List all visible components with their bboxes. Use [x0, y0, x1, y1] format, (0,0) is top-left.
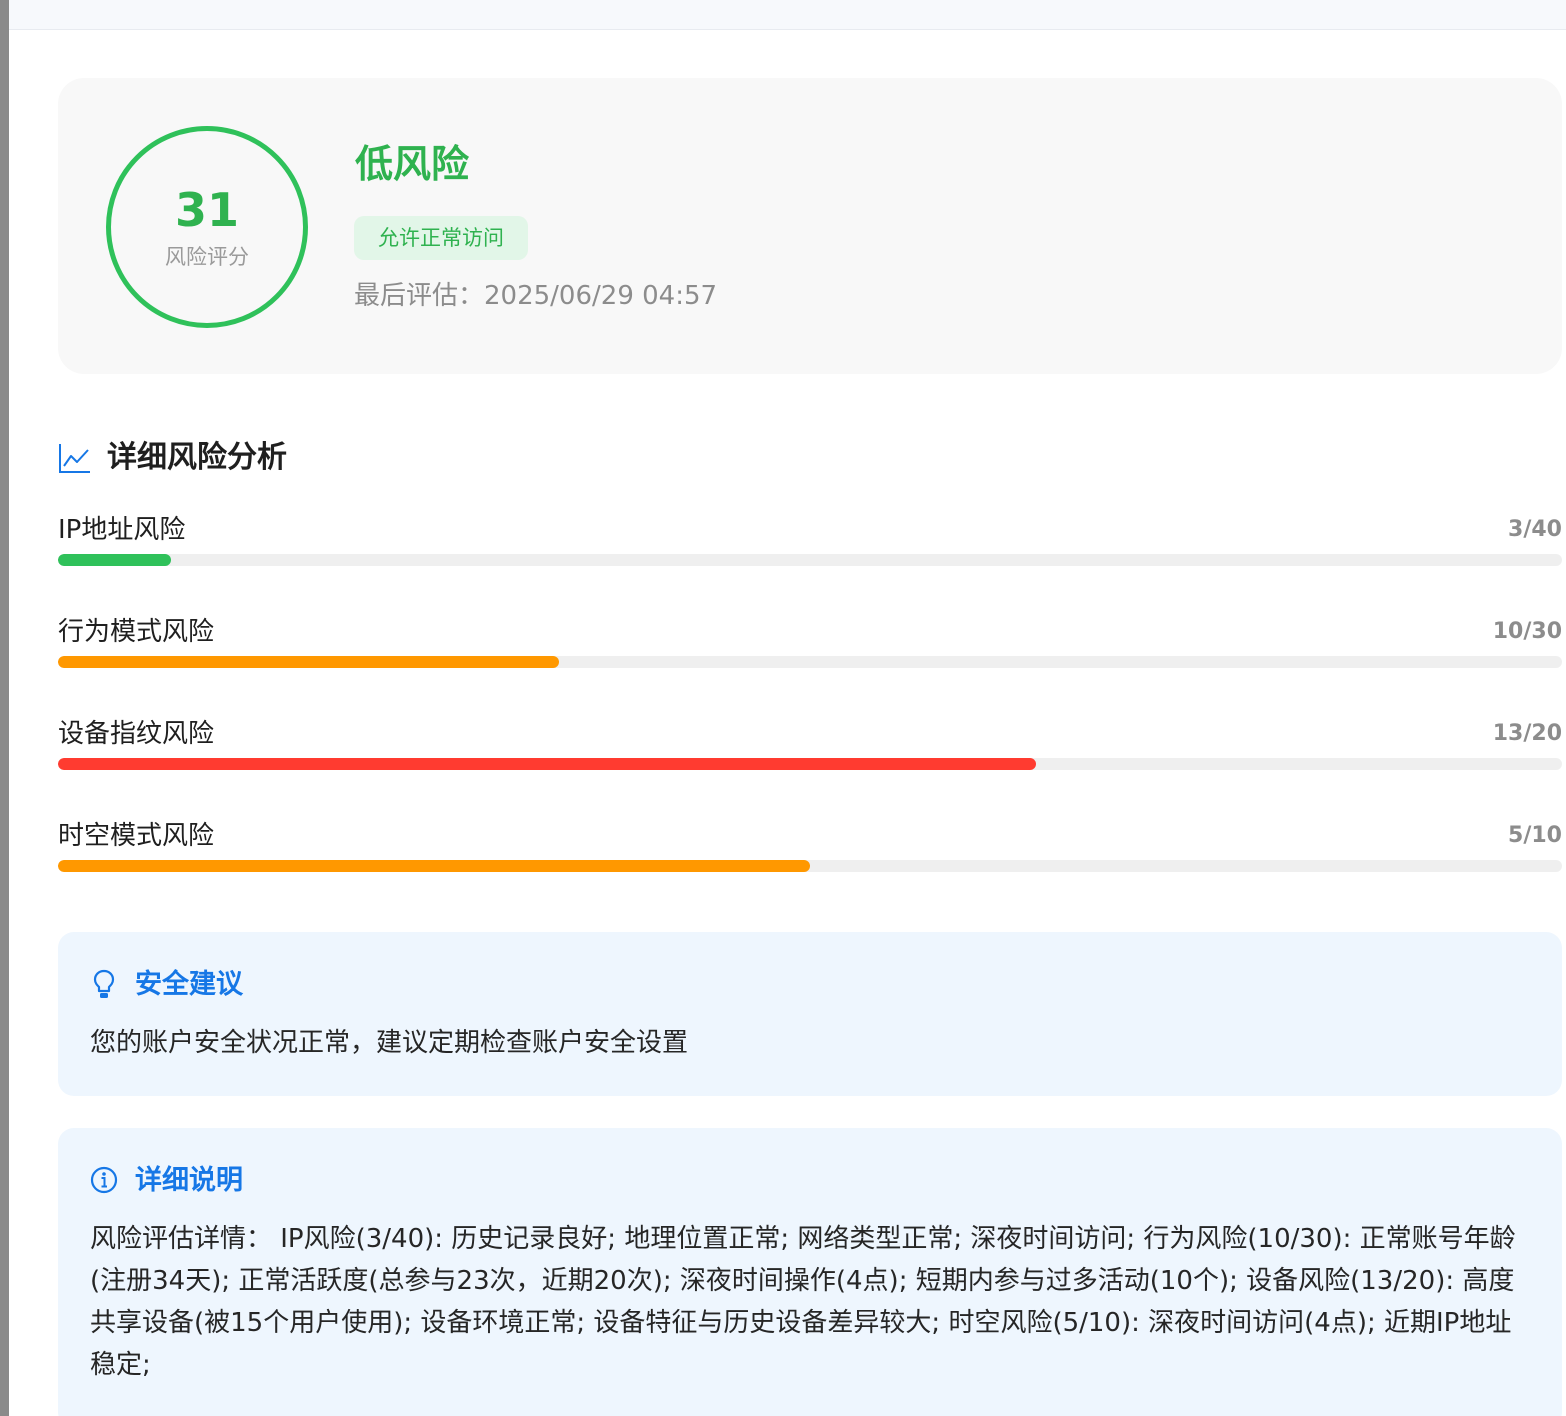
info-circle-icon	[90, 1166, 118, 1194]
risk-progress-track	[58, 860, 1562, 872]
window-edge	[0, 0, 9, 1416]
top-bar	[9, 0, 1566, 30]
analysis-section-title: 详细风险分析	[107, 440, 287, 475]
access-status-badge: 允许正常访问	[354, 216, 528, 260]
line-chart-icon	[59, 444, 90, 473]
risk-row-spatiotemporal: 时空模式风险 5/10	[58, 818, 1562, 894]
risk-progress-fill	[58, 860, 810, 872]
security-advice-text: 您的账户安全状况正常，建议定期检查账户安全设置	[90, 1028, 689, 1058]
details-card: 详细说明 风险评估详情： IP风险(3/40): 历史记录良好; 地理位置正常;…	[58, 1128, 1562, 1416]
risk-score-ring: 31 风险评分	[106, 126, 308, 328]
risk-name: IP地址风险	[58, 515, 186, 545]
details-title: 详细说明	[135, 1165, 243, 1196]
risk-row-behavior: 行为模式风险 10/30	[58, 614, 1562, 690]
risk-level-label: 低风险	[355, 142, 470, 186]
risk-score: 5/10	[1508, 823, 1562, 848]
risk-name: 行为模式风险	[58, 617, 215, 647]
risk-progress-track	[58, 656, 1562, 668]
risk-score-label: 风险评分	[165, 245, 249, 269]
risk-progress-track	[58, 758, 1562, 770]
details-text: 风险评估详情： IP风险(3/40): 历史记录良好; 地理位置正常; 网络类型…	[90, 1224, 1516, 1380]
risk-score-value: 31	[174, 183, 239, 237]
risk-name: 设备指纹风险	[58, 719, 215, 749]
security-advice-title: 安全建议	[135, 969, 243, 1000]
risk-row-device: 设备指纹风险 13/20	[58, 716, 1562, 792]
last-evaluation-time: 最后评估：2025/06/29 04:57	[354, 281, 718, 311]
risk-name: 时空模式风险	[58, 821, 215, 851]
risk-assessment-page: 31 风险评分 低风险 允许正常访问 最后评估：2025/06/29 04:57…	[0, 0, 1566, 1416]
risk-score: 10/30	[1492, 619, 1562, 644]
risk-score: 3/40	[1508, 517, 1562, 542]
risk-progress-fill	[58, 554, 171, 566]
risk-progress-track	[58, 554, 1562, 566]
risk-progress-fill	[58, 758, 1036, 770]
risk-summary-card: 31 风险评分 低风险 允许正常访问 最后评估：2025/06/29 04:57	[58, 78, 1562, 374]
security-advice-card: 安全建议 您的账户安全状况正常，建议定期检查账户安全设置	[58, 932, 1562, 1096]
risk-progress-fill	[58, 656, 560, 668]
lightbulb-icon	[93, 969, 115, 998]
risk-score: 13/20	[1492, 721, 1562, 746]
risk-row-ip: IP地址风险 3/40	[58, 512, 1562, 588]
